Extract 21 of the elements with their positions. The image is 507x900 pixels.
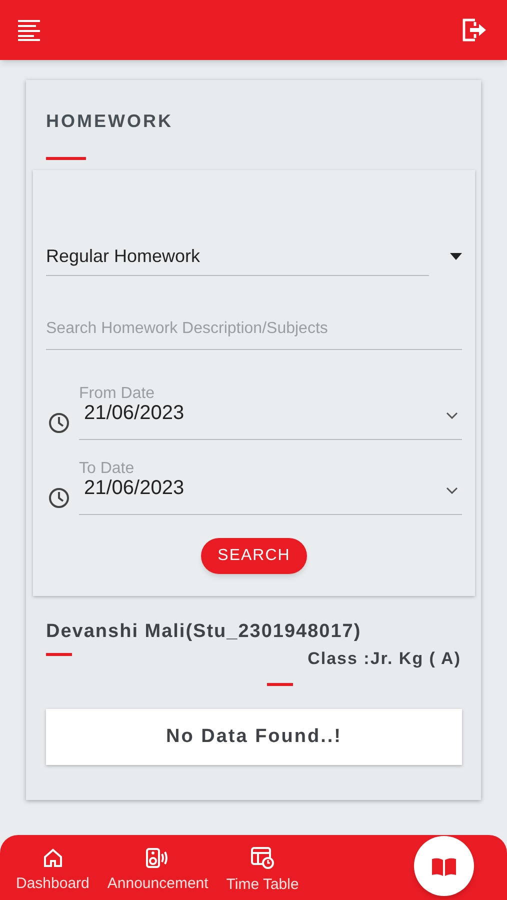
search-field[interactable]: Search Homework Description/Subjects [46, 308, 462, 350]
menu-icon[interactable] [18, 19, 42, 41]
no-data-message: No Data Found..! [46, 709, 462, 765]
nav-item[interactable]: Announcement [107, 840, 208, 896]
student-class: Class :Jr. Kg ( A) [308, 648, 461, 670]
nav-item[interactable]: Dashboard [16, 840, 90, 896]
homework-type-dropdown[interactable]: Regular Homework [46, 236, 462, 276]
chevron-down-icon [446, 412, 458, 419]
nav-item[interactable]: Time Table [226, 838, 299, 896]
nav-item-selected[interactable] [414, 836, 474, 896]
clock-icon [48, 487, 70, 509]
search-button[interactable]: SEARCH [201, 538, 307, 574]
chevron-down-icon [446, 487, 458, 494]
clock-icon [48, 412, 70, 434]
timetable-icon [250, 846, 275, 869]
home-icon [42, 848, 63, 868]
date-field[interactable]: From Date 21/06/2023 [79, 378, 462, 440]
student-name: Devanshi Mali(Stu_2301948017) [46, 620, 362, 644]
page-title: HOMEWORK [46, 110, 173, 133]
dropdown-caret-icon [450, 252, 462, 260]
date-field[interactable]: To Date 21/06/2023 [79, 453, 462, 515]
